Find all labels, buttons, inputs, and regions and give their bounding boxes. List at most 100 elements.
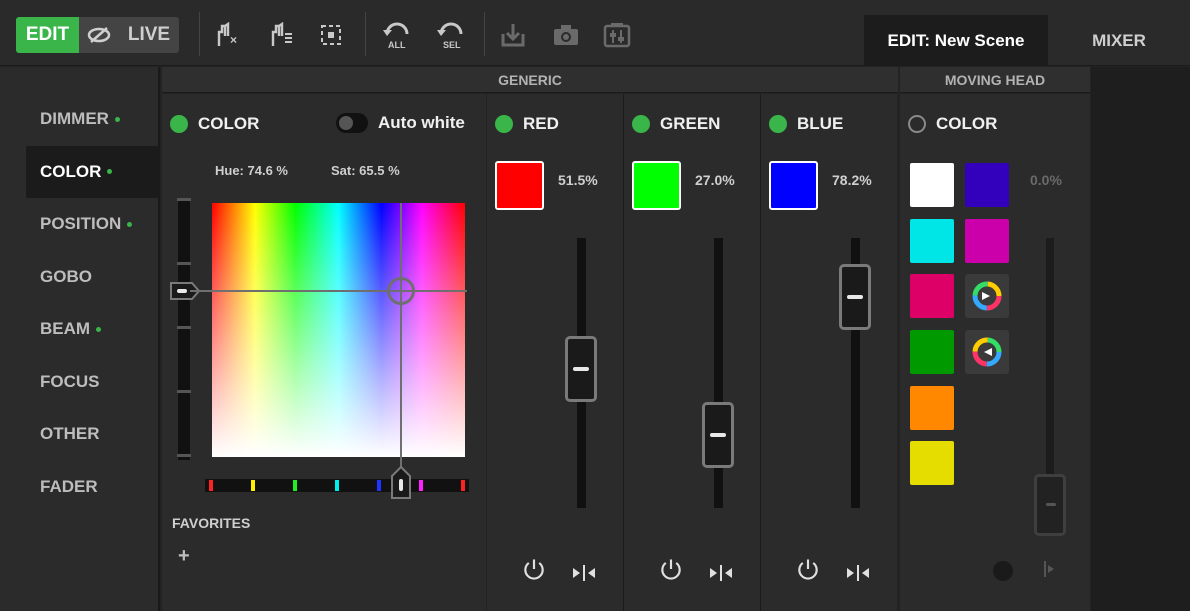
eye-slash-icon — [87, 27, 111, 43]
moving-head-fader-thumb[interactable] — [1034, 474, 1066, 536]
active-indicator-dot — [107, 169, 113, 174]
sidebar-item-label: DIMMER — [40, 109, 109, 128]
channel-color-swatch[interactable] — [769, 161, 818, 210]
channel-color-swatch[interactable] — [495, 161, 544, 210]
saturation-tick — [177, 390, 191, 393]
saturation-tick — [177, 262, 191, 265]
auto-white-label: Auto white — [378, 113, 465, 132]
clear-selection-button[interactable]: × — [210, 17, 244, 53]
all-label: ALL — [388, 40, 406, 50]
moving-head-color-swatch[interactable] — [965, 219, 1009, 263]
color-wheel-reverse-button[interactable] — [965, 330, 1009, 374]
moving-head-center-icon[interactable] — [1042, 559, 1062, 579]
power-icon[interactable] — [521, 556, 547, 582]
active-indicator-dot — [127, 221, 133, 227]
channel-fader-thumb[interactable] — [702, 402, 734, 469]
moving-head-color-swatch[interactable] — [910, 330, 954, 374]
group-button[interactable] — [316, 17, 346, 53]
moving-head-color-swatch[interactable] — [910, 219, 954, 263]
hue-strip-marker — [209, 480, 213, 491]
sidebar-item-label: FOCUS — [40, 371, 100, 391]
camera-icon — [554, 25, 578, 45]
empty-area — [1091, 67, 1190, 611]
section-header-generic: GENERIC — [162, 67, 898, 93]
moving-head-color-swatch[interactable] — [910, 163, 954, 207]
channel-fader-thumb[interactable] — [839, 263, 871, 330]
add-favorite-button[interactable]: + — [178, 545, 190, 568]
center-split-icon[interactable] — [571, 560, 597, 586]
toolbar: EDIT LIVE × ALL SEL EDIT: New Scene MIXE… — [0, 0, 1190, 66]
favorites-label: FAVORITES — [172, 515, 251, 531]
channel-name-label: BLUE — [797, 114, 844, 133]
tab-mixer[interactable]: MIXER — [1064, 15, 1174, 66]
sidebar-item-color[interactable]: COLOR — [26, 145, 159, 198]
channel-fader-thumb[interactable] — [565, 335, 597, 402]
moving-head-title-label: COLOR — [936, 114, 998, 133]
color-picker-area[interactable] — [212, 203, 465, 457]
group-select-icon — [321, 25, 341, 45]
hue-strip-marker — [335, 480, 339, 491]
moving-head-color-swatch[interactable] — [910, 386, 954, 430]
sidebar-item-label: COLOR — [40, 161, 102, 181]
moving-head-fader-track[interactable] — [1046, 238, 1054, 508]
sidebar-item-position[interactable]: POSITION — [26, 198, 159, 250]
sidebar-item-beam[interactable]: BEAM — [26, 303, 159, 355]
channel-title: RED — [495, 114, 559, 134]
record-button[interactable] — [496, 17, 530, 53]
sel-label: SEL — [443, 40, 461, 50]
auto-white-toggle[interactable]: Auto white — [336, 113, 465, 133]
moving-head-power-icon[interactable] — [990, 556, 1016, 584]
sidebar-item-gobo[interactable]: GOBO — [26, 251, 159, 303]
saturation-readout: Sat: 65.5 % — [331, 163, 400, 178]
blind-mode-button[interactable] — [79, 17, 119, 53]
channel-name-label: RED — [523, 114, 559, 133]
channel-enabled-led[interactable] — [769, 115, 787, 133]
saturation-ticks — [177, 198, 191, 460]
saturation-tick — [177, 454, 191, 457]
color-enabled-led[interactable] — [170, 115, 188, 133]
sidebar-item-other[interactable]: OTHER — [26, 408, 159, 460]
sidebar-item-label: FADER — [40, 476, 98, 496]
color-wheel-forward-button[interactable] — [965, 274, 1009, 318]
channel-color-swatch[interactable] — [632, 161, 681, 210]
active-indicator-dot — [96, 326, 102, 332]
moving-head-color-led[interactable] — [908, 115, 926, 133]
power-icon[interactable] — [795, 556, 821, 582]
tab-edit-scene[interactable]: EDIT: New Scene — [864, 15, 1048, 66]
channel-name-label: GREEN — [660, 114, 721, 133]
snapshot-button[interactable] — [549, 17, 583, 53]
channel-value-readout: 78.2% — [832, 172, 872, 188]
auto-white-switch[interactable] — [336, 113, 368, 133]
reset-all-button[interactable]: ALL — [380, 17, 416, 53]
edit-mode-button[interactable]: EDIT — [16, 17, 79, 53]
power-icon[interactable] — [658, 556, 684, 582]
sidebar-item-label: GOBO — [40, 266, 92, 286]
picker-cursor-ring[interactable] — [386, 276, 415, 305]
color-panel-title: COLOR — [170, 114, 259, 134]
reset-selection-button[interactable]: SEL — [434, 17, 470, 53]
moving-head-color-swatch[interactable] — [965, 163, 1009, 207]
sidebar-item-focus[interactable]: FOCUS — [26, 356, 159, 408]
moving-head-color-swatch[interactable] — [910, 441, 954, 485]
hue-strip-marker — [251, 480, 255, 491]
sidebar-item-dimmer[interactable]: DIMMER — [26, 93, 159, 145]
center-split-icon[interactable] — [708, 560, 734, 586]
hue-slider-thumb[interactable] — [390, 465, 412, 500]
select-all-button[interactable] — [264, 17, 298, 53]
sidebar-item-fader[interactable]: FADER — [26, 461, 159, 513]
hand-clear-icon: × — [217, 22, 237, 47]
moving-head-value: 0.0% — [1030, 172, 1062, 188]
live-mode-button[interactable]: LIVE — [119, 17, 179, 53]
toolbar-separator — [365, 12, 366, 56]
svg-text:×: × — [230, 33, 237, 47]
auto-white-switch-knob — [339, 116, 353, 130]
channel-enabled-led[interactable] — [495, 115, 513, 133]
download-tray-icon — [501, 24, 525, 47]
center-split-icon[interactable] — [845, 560, 871, 586]
channel-enabled-led[interactable] — [632, 115, 650, 133]
moving-head-color-swatch[interactable] — [910, 274, 954, 318]
moving-head-title: COLOR — [908, 114, 997, 134]
fixture-settings-button[interactable] — [600, 17, 634, 53]
picker-crosshair-horizontal — [190, 289, 467, 292]
channel-value-readout: 27.0% — [695, 172, 735, 188]
